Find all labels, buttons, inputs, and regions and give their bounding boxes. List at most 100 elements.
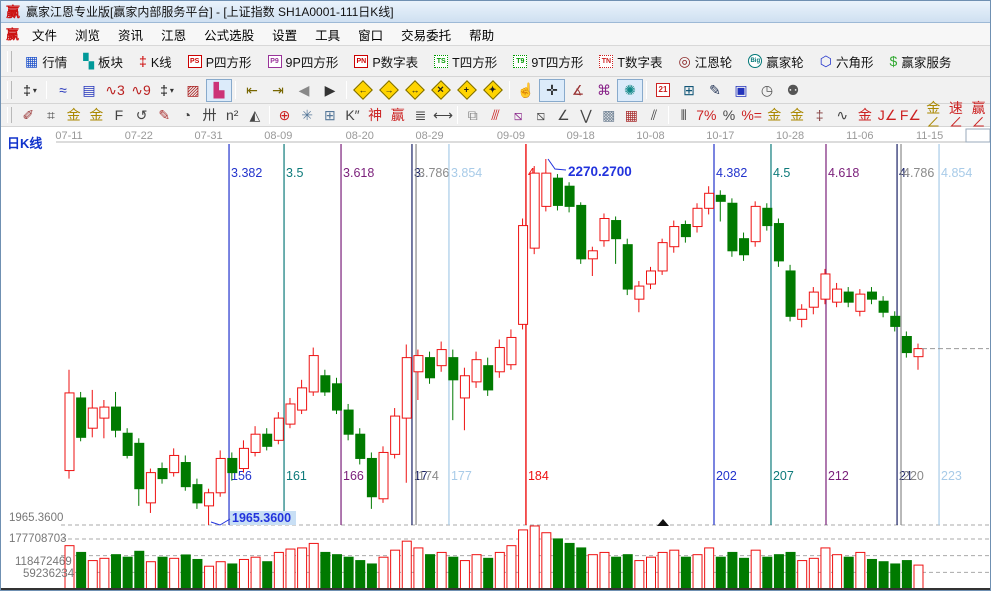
percent-tool[interactable]: % [718,106,741,125]
parallel-lines-tool[interactable]: ⫽ [643,106,666,125]
grid-frame-tool[interactable]: ⧉ [461,106,484,125]
shen-tool[interactable]: 神 [364,106,387,125]
purple-fan-box-tool[interactable]: ⧅ [507,106,530,125]
menu-file[interactable]: 文件 [23,22,66,47]
prev-bar-button[interactable]: ◀ [291,79,317,102]
box-pattern-tool[interactable]: ▨ [180,79,206,102]
span-arrow-tool[interactable]: ⟷ [432,106,455,125]
calendar-tool[interactable]: 21 [650,79,676,102]
high-annotation[interactable]: 2270.2700 [568,164,632,179]
j-angle-tool[interactable]: J∠ [876,106,899,125]
timer-tool[interactable]: ◷ [754,79,780,102]
t-square-button[interactable]: TST四方形 [426,49,505,73]
v-wave-tool[interactable]: ⋁ [575,106,598,125]
hand-drag-tool[interactable]: ☝ [513,79,539,102]
angle-ruler-tool[interactable]: ◭ [244,106,267,125]
pane-splitter[interactable] [966,129,990,142]
toolbar-separator [269,106,270,124]
brush-tool[interactable]: ✐ [17,106,40,125]
circle-star-tool[interactable]: ✳ [296,106,319,125]
fractal-tool[interactable]: ✺ [617,79,643,102]
memo-tool[interactable]: ✎ [702,79,728,102]
f-angle-tool[interactable]: F∠ [899,106,922,125]
first-bar-button[interactable]: ⇤ [239,79,265,102]
pattern-match-tool[interactable]: ≈ [50,79,76,102]
quotes-button[interactable]: ▦行情 [17,49,75,73]
9p-square-button[interactable]: P99P四方形 [260,49,347,73]
gann-gold-grid2-tool[interactable]: 金 [85,106,108,125]
candle-flag-tool[interactable]: ‡ [808,106,831,125]
menu-window[interactable]: 窗口 [349,22,392,47]
t-number-button[interactable]: TNT数字表 [591,49,670,73]
wave-9-tool[interactable]: ∿9 [128,79,154,102]
calculator-tool[interactable]: ⊞ [676,79,702,102]
chart-surface[interactable]: 07-1107-2207-3108-0908-2008-2909-0909-18… [1,127,991,591]
winner-service-button[interactable]: $赢家服务 [882,49,960,73]
k-marks-tool[interactable]: K″ [341,106,364,125]
zoom-all-button[interactable]: ✦ [480,79,506,102]
menu-trade[interactable]: 交易委托 [392,22,460,47]
zoom-left-button[interactable]: ← [350,79,376,102]
angle-measure-tool[interactable]: ∡ [565,79,591,102]
menu-gann[interactable]: 江恩 [152,22,195,47]
gann-spiral-tool[interactable]: ↺ [130,106,153,125]
zoom-out-button[interactable]: ✕ [428,79,454,102]
su-angle-tool[interactable]: 速∠ [945,106,968,125]
zoom-horizontal-button[interactable]: ↔ [402,79,428,102]
p-square-button[interactable]: PSP四方形 [180,49,260,73]
percent-strike-tool[interactable]: 7% [695,106,718,125]
wave-amp-tool[interactable]: ∿ [831,106,854,125]
trend-angle-tool[interactable]: ∠ [552,106,575,125]
zoom-cross-button[interactable]: + [454,79,480,102]
menu-news[interactable]: 资讯 [109,22,152,47]
gann-pen-tool[interactable]: ✎ [153,106,176,125]
p-number-button[interactable]: PNP数字表 [346,49,426,73]
gold-line-tool[interactable]: 金 [786,106,809,125]
9p-square-button-label: 9P四方形 [286,52,339,71]
menu-help[interactable]: 帮助 [460,22,503,47]
kline-style-dropdown[interactable]: ‡▾ [17,79,43,102]
gann-gold-grid-tool[interactable]: 金 [62,106,85,125]
red-grid-tool[interactable]: ▦ [620,106,643,125]
black-fan-box-tool[interactable]: ⧅ [529,106,552,125]
winner-wheel-button[interactable]: Big赢家轮 [740,49,812,73]
ying-angle-tool[interactable]: 赢∠ [967,106,990,125]
menu-browse[interactable]: 浏览 [66,22,109,47]
save-tool[interactable]: ▣ [728,79,754,102]
wave-3-tool[interactable]: ∿3 [102,79,128,102]
gann-f-grid-tool[interactable]: F [108,106,131,125]
circle-target-tool[interactable]: ⊕ [273,106,296,125]
gold-under-tool[interactable]: 金 [854,106,877,125]
gann-comb-tool[interactable]: 卅 [198,106,221,125]
gann-n2-tool[interactable]: n² [221,106,244,125]
crosshair-tool[interactable]: ✛ [539,79,565,102]
percent-line-tool[interactable]: %= [740,106,763,125]
gann-clock-tool[interactable]: ◔ [176,106,199,125]
candle-type-dropdown[interactable]: ‡▾ [154,79,180,102]
menu-settings[interactable]: 设置 [263,22,306,47]
menu-stock-picker[interactable]: 公式选股 [195,22,263,47]
sectors-button[interactable]: ▚板块 [75,49,131,73]
zoom-right-button[interactable]: → [376,79,402,102]
system-info-tool[interactable]: ⚉ [780,79,806,102]
gann-box-tool[interactable]: ⌘ [591,79,617,102]
grid-target-tool[interactable]: ⊞ [318,106,341,125]
last-bar-button[interactable]: ⇥ [265,79,291,102]
gann-wheel-button[interactable]: ◎江恩轮 [671,49,741,73]
kline-button[interactable]: ‡K线 [131,49,180,73]
bar-scale-tool[interactable]: ⫴ [672,106,695,125]
hexagon-button[interactable]: ⬡六角形 [812,49,882,73]
menu-tools[interactable]: 工具 [306,22,349,47]
ying-tool[interactable]: 赢 [386,106,409,125]
next-bar-button[interactable]: ▶ [317,79,343,102]
dot-grid-tool[interactable]: ▩ [597,106,620,125]
low-annotation[interactable]: 1965.3600 [232,511,291,525]
9t-square-button[interactable]: T99T四方形 [505,49,591,73]
gold-angle-tool[interactable]: 金∠ [922,106,945,125]
color-histogram-tool[interactable]: ▙ [206,79,232,102]
gold-circle-tool[interactable]: 金 [763,106,786,125]
ruler-123-tool[interactable]: ≣ [409,106,432,125]
info-list-tool[interactable]: ▤ [76,79,102,102]
red-fan-tool[interactable]: ⫻ [484,106,507,125]
gann-grid-tool[interactable]: ⌗ [40,106,63,125]
